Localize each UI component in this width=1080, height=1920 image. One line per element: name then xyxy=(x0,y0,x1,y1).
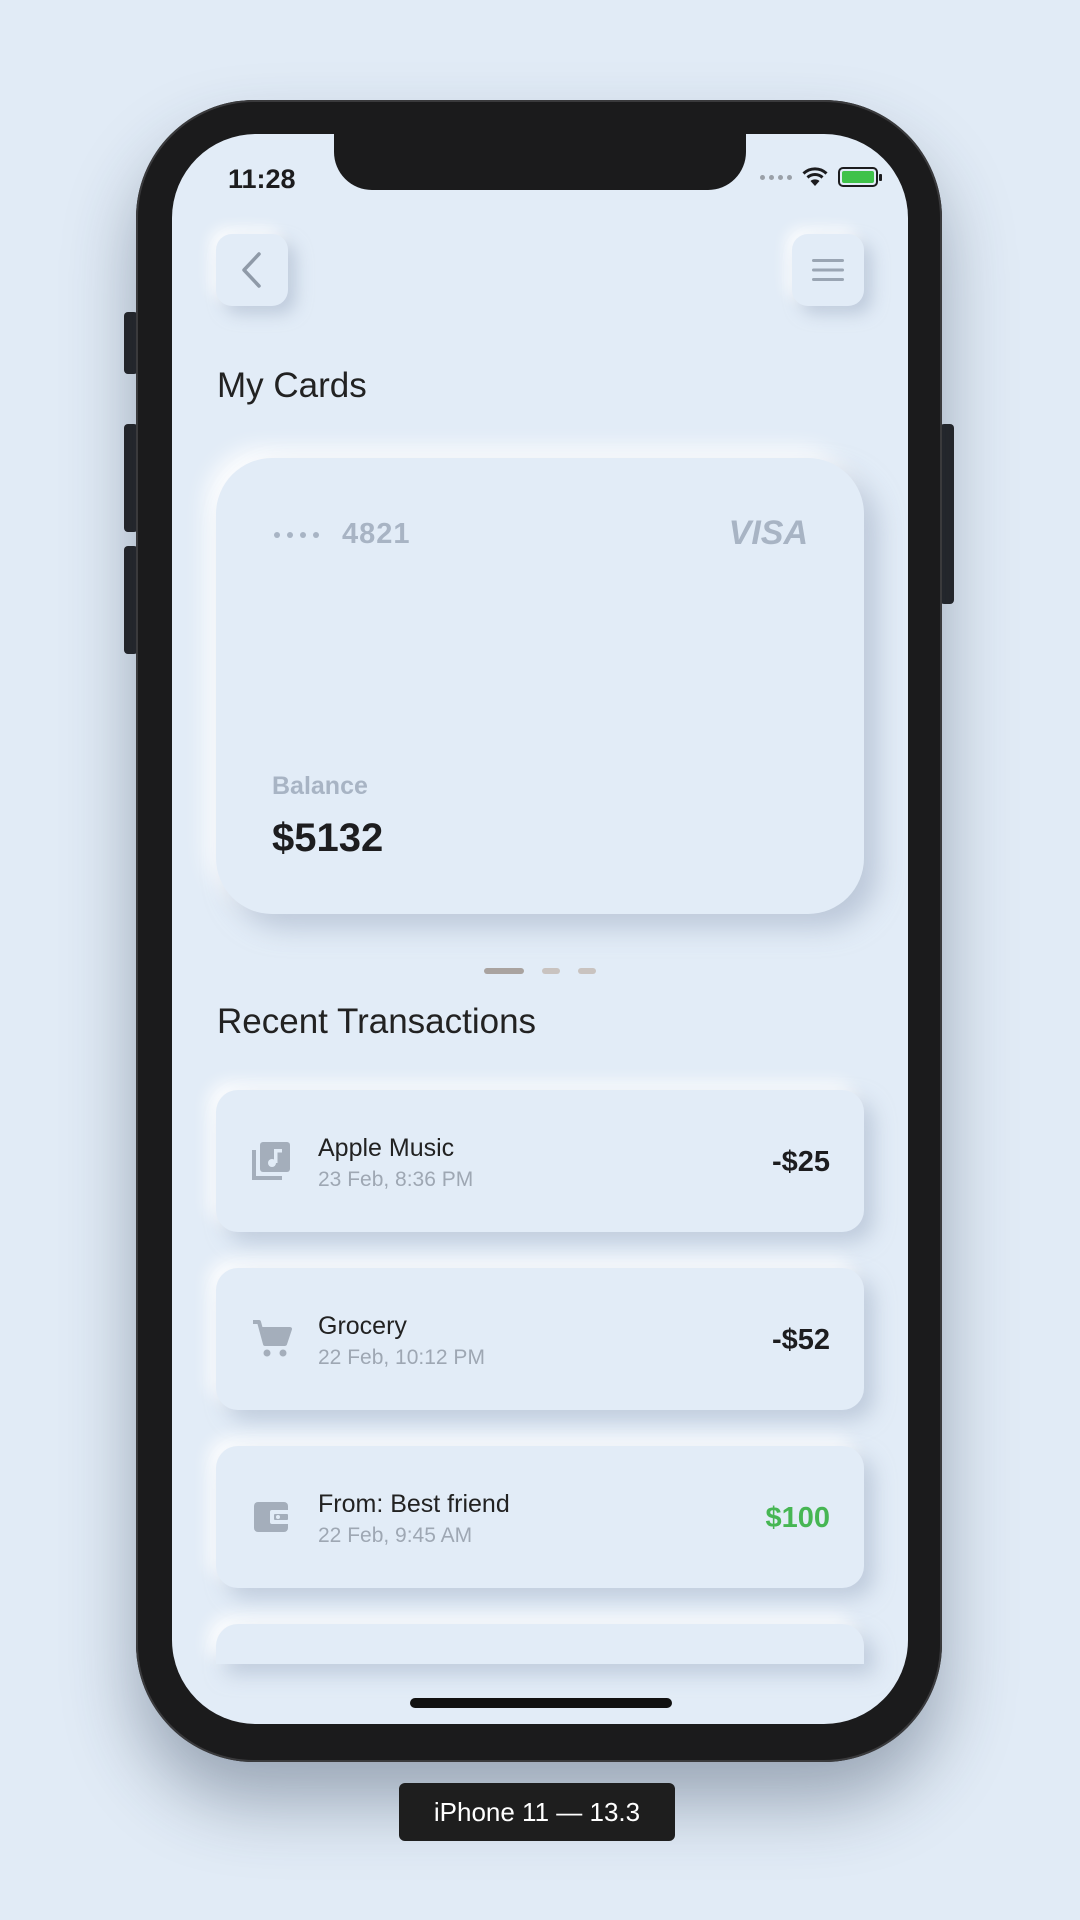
transaction-date: 23 Feb, 8:36 PM xyxy=(318,1168,474,1191)
recent-transactions-title: Recent Transactions xyxy=(217,1002,537,1041)
transaction-amount: -$52 xyxy=(771,1324,830,1356)
signal-icon xyxy=(760,174,792,180)
transaction-row[interactable]: Grocery 22 Feb, 10:12 PM -$52 xyxy=(216,1268,864,1410)
my-cards-title: My Cards xyxy=(217,366,367,405)
transaction-row-partial[interactable] xyxy=(216,1624,864,1664)
card-brand-logo: VISA xyxy=(728,514,808,552)
transaction-name: Grocery xyxy=(318,1312,407,1340)
balance-label: Balance xyxy=(272,772,368,800)
page-dot[interactable] xyxy=(542,968,560,974)
transaction-amount: -$25 xyxy=(771,1146,830,1178)
wallet-icon xyxy=(254,1502,290,1532)
chevron-left-icon xyxy=(242,252,261,288)
balance-value: $5132 xyxy=(272,816,384,860)
transaction-date: 22 Feb, 9:45 AM xyxy=(318,1524,473,1547)
shopping-cart-icon xyxy=(253,1320,292,1357)
wifi-icon xyxy=(802,167,828,186)
transaction-row[interactable]: Apple Music 23 Feb, 8:36 PM -$25 xyxy=(216,1090,864,1232)
transaction-row[interactable]: From: Best friend 22 Feb, 9:45 AM $100 xyxy=(216,1446,864,1588)
status-icons xyxy=(760,166,882,188)
transaction-name: From: Best friend xyxy=(318,1490,510,1518)
credit-card[interactable]: 4821 VISA Balance $5132 xyxy=(216,458,864,914)
music-library-icon xyxy=(252,1142,290,1180)
back-button[interactable] xyxy=(216,234,288,306)
phone-screen: 11:28 My Cards 4821 VISA Balance $5132 R… xyxy=(172,134,908,1724)
page-dot-active[interactable] xyxy=(484,968,524,974)
status-time: 11:28 xyxy=(228,164,296,194)
transaction-date: 22 Feb, 10:12 PM xyxy=(318,1346,485,1369)
transaction-amount: $100 xyxy=(765,1502,830,1534)
home-indicator[interactable] xyxy=(410,1698,672,1708)
card-page-indicator[interactable] xyxy=(484,968,596,974)
battery-icon xyxy=(838,167,882,187)
hamburger-menu-icon xyxy=(812,259,844,281)
device-label: iPhone 11 — 13.3 xyxy=(399,1783,675,1841)
menu-button[interactable] xyxy=(792,234,864,306)
transaction-name: Apple Music xyxy=(318,1134,455,1162)
card-last4: 4821 xyxy=(342,518,411,550)
power-button xyxy=(940,424,954,604)
page-dot[interactable] xyxy=(578,968,596,974)
card-masked-dots xyxy=(274,532,319,538)
notch xyxy=(334,134,746,190)
